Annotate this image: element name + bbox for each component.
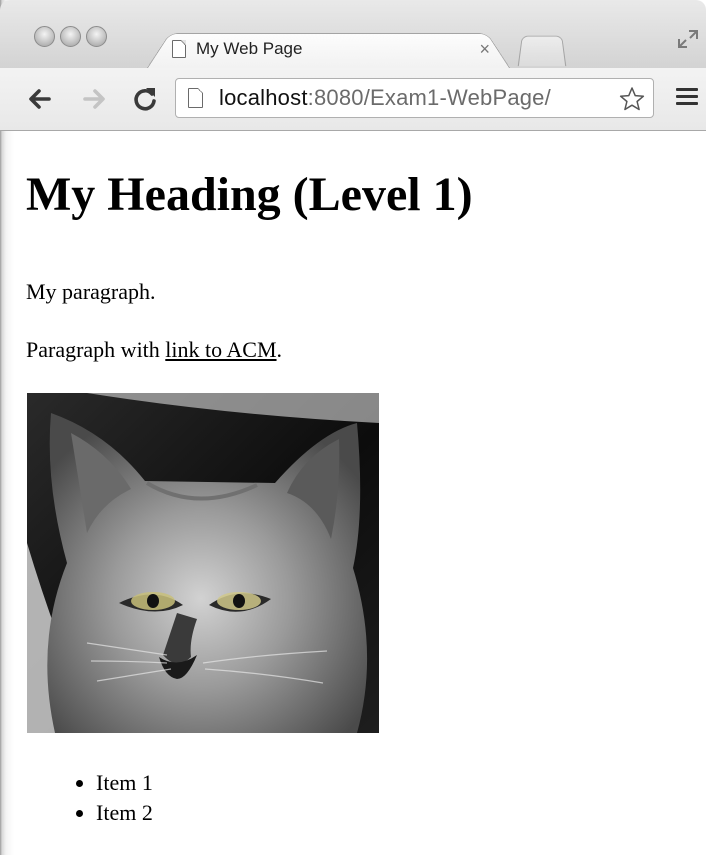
close-window-button[interactable]	[34, 26, 55, 47]
list-item: Item 1	[96, 768, 153, 798]
tab-title: My Web Page	[196, 39, 303, 58]
acm-link[interactable]: link to ACM	[165, 337, 276, 362]
new-tab-button[interactable]	[517, 35, 567, 67]
paragraph-suffix: .	[276, 337, 283, 362]
close-icon[interactable]: ×	[479, 39, 502, 60]
url-host: localhost	[219, 85, 308, 110]
menu-icon[interactable]	[676, 88, 698, 110]
list-item: Item 2	[96, 798, 153, 828]
page-icon	[172, 40, 186, 58]
browser-window: My Web Page × localhost:8080/Exam1-WebPa…	[0, 0, 706, 855]
paragraph-with-link: Paragraph with link to ACM.	[26, 337, 282, 363]
item-list: Item 1 Item 2	[56, 768, 153, 828]
reload-icon[interactable]	[130, 84, 160, 114]
back-arrow-icon[interactable]	[24, 84, 54, 114]
address-bar[interactable]: localhost:8080/Exam1-WebPage/	[175, 78, 654, 118]
title-bar: My Web Page ×	[0, 0, 706, 71]
url-path: :8080/Exam1-WebPage/	[307, 85, 551, 110]
page-content: My Heading (Level 1) My paragraph. Parag…	[0, 131, 706, 855]
browser-toolbar: localhost:8080/Exam1-WebPage/	[0, 68, 706, 131]
tab-content[interactable]: My Web Page ×	[172, 34, 502, 64]
star-icon[interactable]	[619, 86, 645, 112]
url-text[interactable]: localhost:8080/Exam1-WebPage/	[219, 85, 551, 111]
forward-arrow-icon[interactable]	[80, 84, 110, 114]
page-icon	[188, 88, 203, 108]
paragraph: My paragraph.	[26, 279, 156, 304]
fullscreen-icon[interactable]	[676, 28, 700, 50]
paragraph-text: Paragraph with	[26, 337, 166, 362]
zoom-window-button[interactable]	[86, 26, 107, 47]
minimize-window-button[interactable]	[60, 26, 81, 47]
page-heading: My Heading (Level 1)	[26, 168, 473, 221]
cat-image	[27, 393, 379, 733]
